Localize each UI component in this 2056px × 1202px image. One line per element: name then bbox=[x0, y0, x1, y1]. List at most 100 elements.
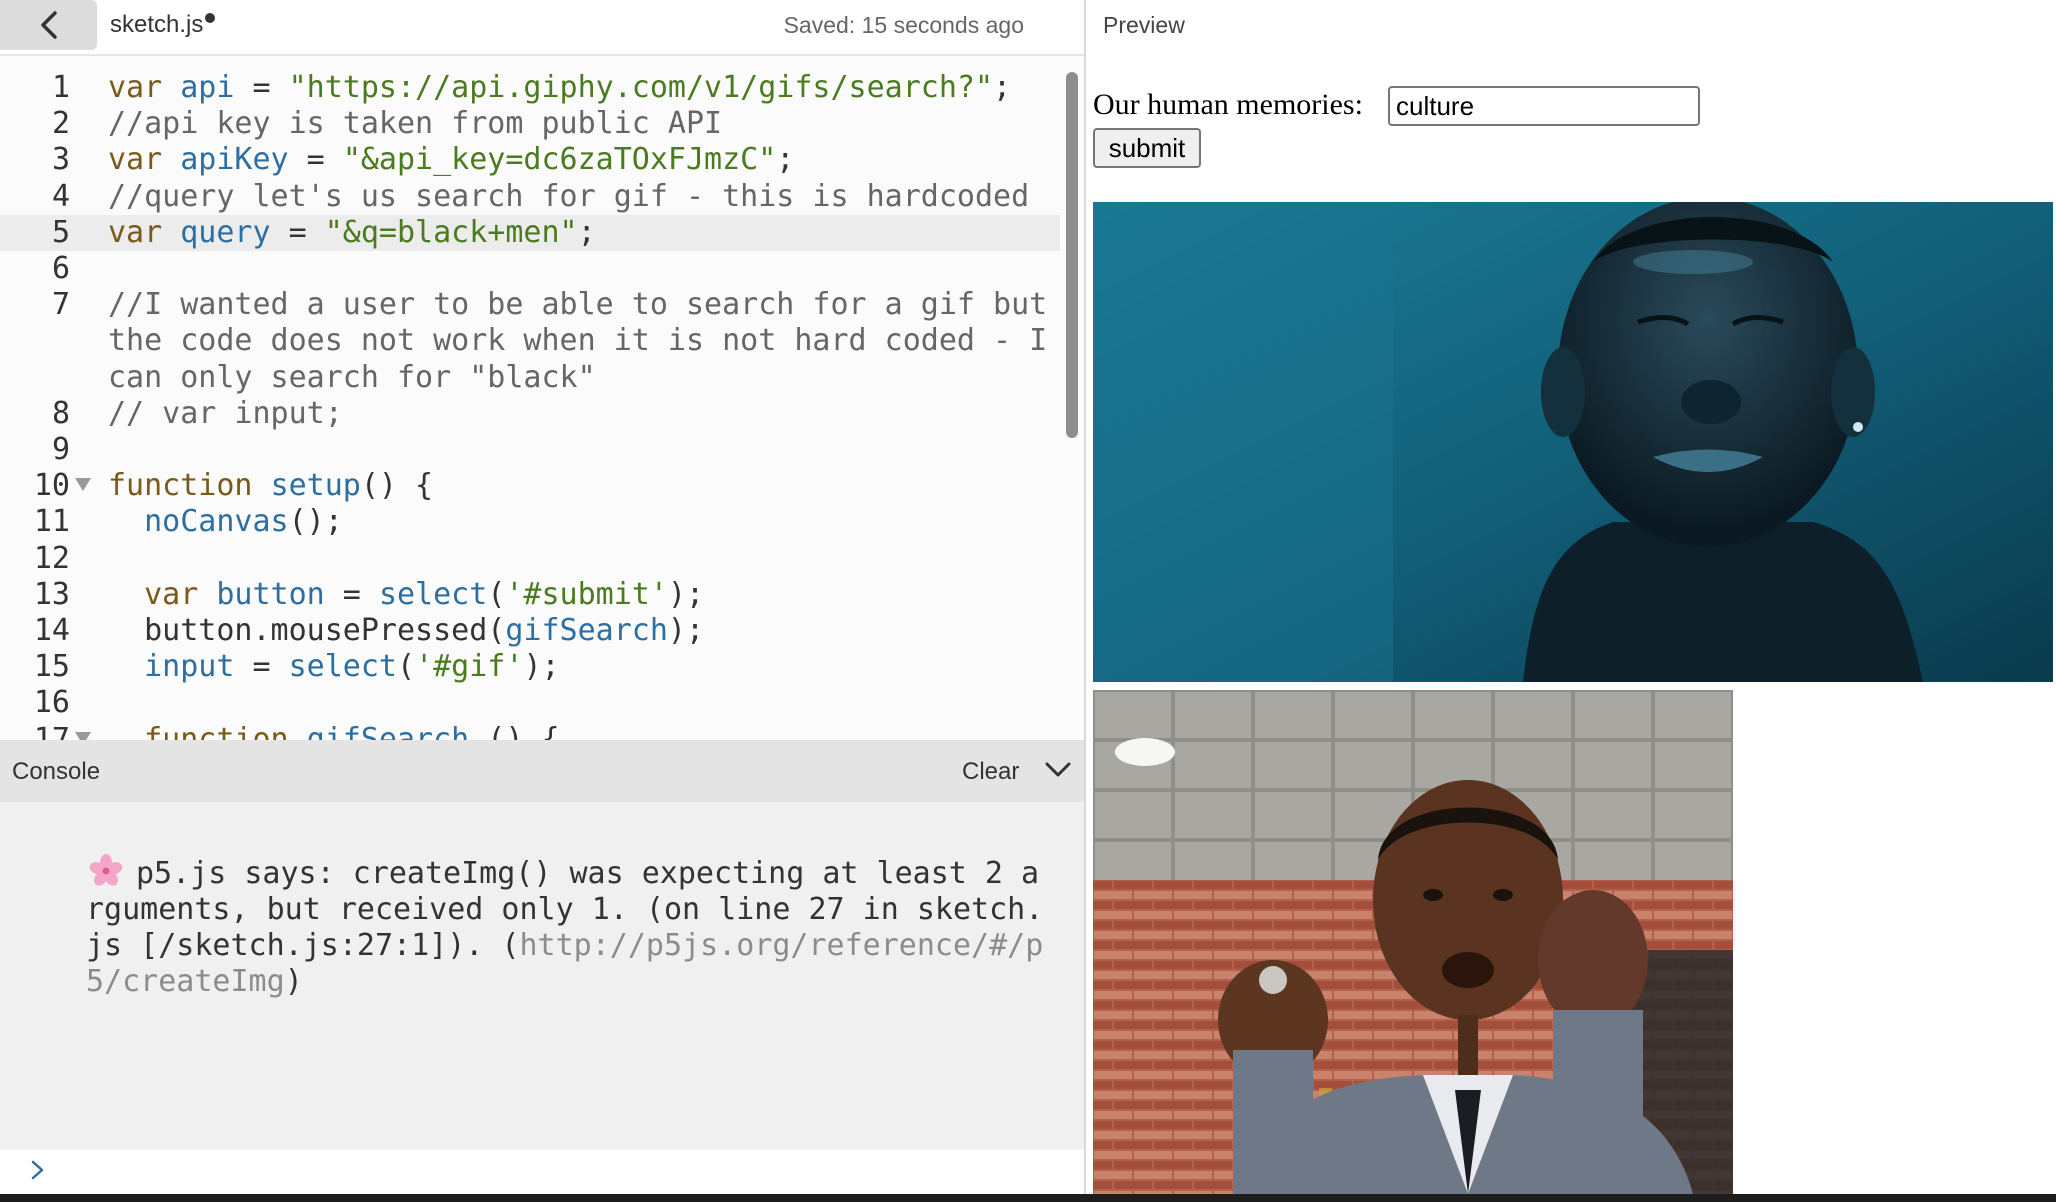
chevron-right-icon bbox=[31, 1160, 44, 1180]
code-line[interactable]: 11 noCanvas(); bbox=[0, 504, 1060, 540]
fold-toggle-icon[interactable] bbox=[75, 478, 91, 492]
code-line[interactable]: 17 function gifSearch () { bbox=[0, 722, 1060, 740]
code-text: input = select('#gif'); bbox=[108, 649, 560, 685]
bottom-bar bbox=[0, 1194, 2056, 1202]
line-number: 2 bbox=[51, 106, 70, 142]
code-token: select bbox=[378, 576, 488, 612]
code-token: ); bbox=[523, 649, 560, 685]
code-token: ); bbox=[667, 576, 705, 612]
code-line[interactable]: 16 bbox=[0, 685, 1060, 721]
line-number: 15 bbox=[33, 649, 70, 685]
code-token: input bbox=[144, 649, 235, 685]
code-line[interactable]: 10 function setup() { bbox=[0, 468, 1060, 504]
code-token: gifSearch bbox=[505, 613, 668, 648]
gif-search-input[interactable] bbox=[1388, 86, 1700, 126]
code-token: function bbox=[108, 721, 307, 740]
code-text: var apiKey = "&api_key=dc6zaTOxFJmzC"; bbox=[108, 142, 794, 178]
gif-image-artwork: GIF bbox=[1093, 690, 1733, 1194]
code-token: "&api_key=dc6zaTOxFJmzC" bbox=[342, 142, 777, 178]
code-token: = bbox=[288, 142, 343, 178]
file-tab[interactable]: sketch.js bbox=[110, 11, 216, 39]
console-message: p5.js says: createImg() was expecting at… bbox=[86, 854, 1046, 1000]
code-token: button.mousePressed( bbox=[108, 613, 506, 648]
code-line[interactable]: 6 bbox=[0, 251, 1060, 287]
line-number: 4 bbox=[51, 178, 70, 214]
file-name: sketch.js bbox=[110, 11, 204, 38]
line-number: 13 bbox=[33, 576, 70, 612]
line-number: 12 bbox=[33, 540, 70, 576]
code-editor[interactable]: 1 var api = "https://api.giphy.com/v1/gif… bbox=[0, 56, 1084, 740]
code-token: "https://api.giphy.com/v1/gifs/search?" bbox=[288, 70, 994, 105]
code-text: function gifSearch () { bbox=[108, 721, 559, 740]
code-token: ( bbox=[487, 576, 506, 612]
code-token: query bbox=[180, 214, 271, 250]
code-token: select bbox=[288, 649, 397, 685]
console-clear-button[interactable]: Clear bbox=[962, 758, 1019, 786]
line-number: 9 bbox=[51, 432, 70, 467]
console-title: Console bbox=[12, 758, 101, 785]
code-token: gifSearch bbox=[306, 721, 470, 740]
line-number: 16 bbox=[33, 685, 70, 721]
code-line[interactable]: 4 //query let's us search for gif - this … bbox=[0, 179, 1060, 215]
code-token: function bbox=[108, 468, 271, 504]
code-text: var button = select('#submit'); bbox=[108, 577, 704, 613]
code-token: ; bbox=[776, 142, 795, 178]
code-line[interactable]: 2 //api key is taken from public API bbox=[0, 106, 1060, 142]
code-token: ; bbox=[993, 70, 1012, 105]
console-body: p5.js says: createImg() was expecting at… bbox=[0, 802, 1084, 1150]
submit-button[interactable]: submit bbox=[1093, 128, 1201, 168]
code-token: button bbox=[216, 576, 325, 612]
collapse-sidebar-button[interactable] bbox=[0, 0, 97, 50]
chevron-down-icon[interactable] bbox=[1044, 760, 1072, 780]
editor-header: sketch.js Saved: 15 seconds ago bbox=[0, 0, 1084, 56]
editor-pane: sketch.js Saved: 15 seconds ago 1 var api… bbox=[0, 0, 1084, 1202]
code-text: //api key is taken from public API bbox=[108, 106, 722, 142]
code-text: button.mousePressed(gifSearch); bbox=[108, 613, 704, 649]
gif-image-artwork bbox=[1093, 202, 2053, 682]
console-input[interactable] bbox=[0, 1150, 1084, 1194]
console-header: Console Clear bbox=[0, 740, 1084, 802]
unsaved-indicator bbox=[205, 13, 216, 23]
code-text: //I wanted a user to be able to search f… bbox=[108, 287, 1047, 323]
line-number: 8 bbox=[51, 395, 70, 431]
line-number: 17 bbox=[33, 721, 70, 740]
code-line[interactable]: 7 //I wanted a user to be able to search … bbox=[0, 287, 1060, 323]
editor-scrollbar[interactable] bbox=[1066, 72, 1078, 438]
code-line[interactable]: 12 bbox=[0, 541, 1060, 577]
line-number: 11 bbox=[33, 504, 70, 540]
code-text: noCanvas(); bbox=[108, 504, 343, 540]
code-line[interactable]: 8 // var input; bbox=[0, 396, 1060, 432]
code-line[interactable]: 15 input = select('#gif'); bbox=[0, 649, 1060, 685]
cherry-blossom-icon bbox=[89, 854, 123, 886]
line-number: 5 bbox=[51, 214, 70, 250]
fold-toggle-icon[interactable] bbox=[75, 731, 91, 740]
code-line[interactable]: 1 var api = "https://api.giphy.com/v1/gif… bbox=[0, 70, 1060, 106]
line-number: 7 bbox=[51, 287, 70, 323]
code-token: '#submit' bbox=[505, 576, 668, 612]
code-token: var bbox=[108, 214, 181, 250]
code-token: //api key is taken from public API bbox=[108, 106, 723, 142]
code-token: var bbox=[108, 142, 181, 178]
code-line[interactable]: 14 button.mousePressed(gifSearch); bbox=[0, 613, 1060, 649]
gif-image bbox=[1093, 202, 2053, 682]
code-token: var bbox=[108, 70, 181, 105]
code-line[interactable]: 9 bbox=[0, 432, 1060, 468]
preview-frame: Our human memories: submit bbox=[1086, 54, 2056, 1194]
code-line[interactable]: 13 var button = select('#submit'); bbox=[0, 577, 1060, 613]
code-line[interactable]: 3 var apiKey = "&api_key=dc6zaTOxFJmzC"; bbox=[0, 142, 1060, 178]
line-number: 14 bbox=[33, 613, 70, 648]
line-number: 6 bbox=[51, 251, 70, 286]
code-text: //query let's us search for gif - this i… bbox=[108, 179, 1029, 215]
code-token: apiKey bbox=[180, 142, 289, 178]
code-token: '#gif' bbox=[415, 649, 524, 685]
code-text: // var input; bbox=[108, 396, 343, 432]
code-text: var query = "&q=black+men"; bbox=[108, 215, 596, 251]
prompt-label: Our human memories: bbox=[1093, 88, 1363, 121]
code-token: var bbox=[108, 576, 217, 612]
code-token: () { bbox=[360, 468, 434, 504]
code-text: var api = "https://api.giphy.com/v1/gifs… bbox=[108, 70, 1011, 106]
code-token: = bbox=[234, 649, 289, 685]
line-number: 3 bbox=[51, 142, 70, 178]
code-line[interactable]: 5 var query = "&q=black+men"; bbox=[0, 214, 1060, 251]
